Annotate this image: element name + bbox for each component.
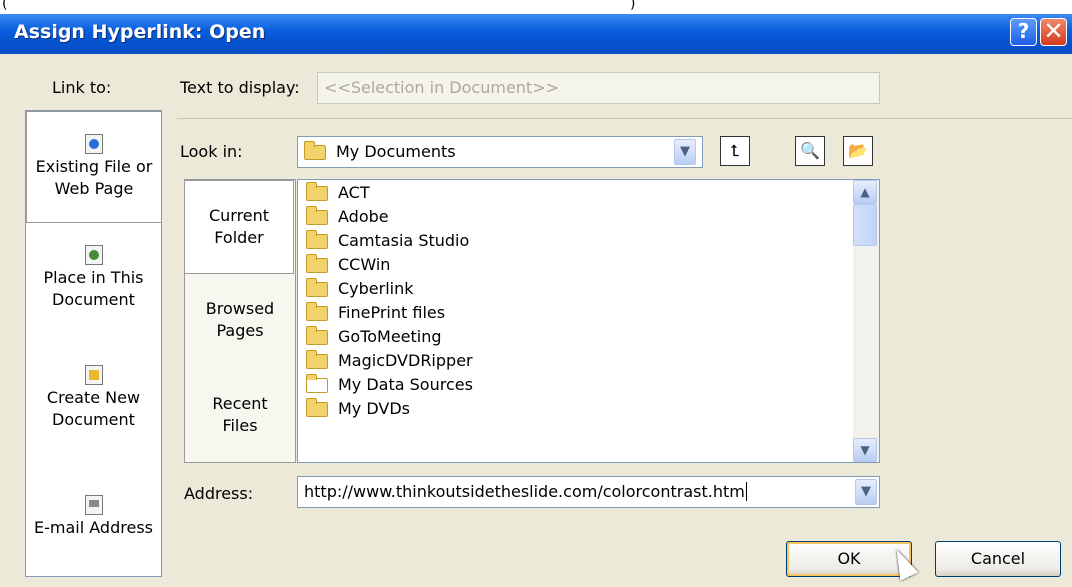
address-label: Address: <box>184 484 254 503</box>
tab-browsed-line1: Browsed <box>205 299 275 318</box>
list-item[interactable]: My DVDs <box>306 397 410 421</box>
tab-current-folder[interactable]: Current Folder <box>184 180 294 274</box>
address-value: http://www.thinkoutsidetheslide.com/colo… <box>304 482 745 501</box>
file-name: My DVDs <box>338 399 410 418</box>
file-name: GoToMeeting <box>338 327 442 346</box>
up-one-folder-icon[interactable]: ⮤ <box>720 136 750 166</box>
tab-recent-line2: Files <box>222 416 258 435</box>
create-line1: Create New <box>46 388 141 407</box>
file-name: ACT <box>338 183 370 202</box>
file-list-scrollbar[interactable]: ▲ ▼ <box>853 180 879 462</box>
folder-icon <box>306 254 328 273</box>
list-item[interactable]: MagicDVDRipper <box>306 349 473 373</box>
place-line2: Document <box>52 290 135 309</box>
folder-icon <box>306 278 328 297</box>
background-window-fragment: ( ) <box>0 0 1072 14</box>
link-to-place-in-document[interactable]: Place in This Document <box>26 245 161 335</box>
folder-icon <box>306 182 328 201</box>
scroll-thumb[interactable] <box>853 204 877 246</box>
file-name: FinePrint files <box>338 303 446 322</box>
look-in-dropdown[interactable]: My Documents <box>297 136 703 168</box>
look-in-dropdown-arrow[interactable]: ▼ <box>674 139 696 165</box>
data-sources-folder-icon <box>306 374 328 393</box>
folder-icon <box>306 302 328 321</box>
close-button[interactable]: ✕ <box>1040 18 1067 46</box>
tab-recent-line1: Recent <box>212 394 268 413</box>
list-item[interactable]: GoToMeeting <box>306 325 442 349</box>
browse-file-icon[interactable]: 📂 <box>843 136 873 166</box>
text-to-display-field[interactable]: <<Selection in Document>> <box>317 72 880 104</box>
link-to-existing-file[interactable]: Existing File or Web Page <box>26 111 161 223</box>
divider <box>177 118 1072 119</box>
help-button[interactable]: ? <box>1010 18 1037 46</box>
fragment-right: ) <box>630 0 636 12</box>
tab-current-line1: Current <box>208 206 270 225</box>
scroll-down-button[interactable]: ▼ <box>853 438 877 462</box>
folder-icon <box>306 350 328 369</box>
tab-browsed-line2: Pages <box>216 321 264 340</box>
folder-icon <box>306 326 328 345</box>
link-to-email-address[interactable]: E-mail Address <box>26 495 161 565</box>
text-to-display-label: Text to display: <box>180 78 300 97</box>
view-tabs: Current Folder Browsed Pages Recent File… <box>184 179 296 463</box>
tab-browsed-pages[interactable]: Browsed Pages <box>185 298 295 342</box>
link-to-bar: Existing File or Web Page Place in This … <box>25 110 162 577</box>
address-input[interactable]: http://www.thinkoutsidetheslide.com/colo… <box>297 476 880 508</box>
document-place-icon <box>84 245 103 265</box>
list-item[interactable]: Adobe <box>306 205 389 229</box>
file-name: Adobe <box>338 207 389 226</box>
file-list[interactable]: ACT Adobe Camtasia Studio CCWin Cyberlin… <box>297 179 880 463</box>
text-caret <box>745 482 747 501</box>
scroll-up-button[interactable]: ▲ <box>853 180 877 204</box>
list-item[interactable]: Camtasia Studio <box>306 229 469 253</box>
list-item[interactable]: Cyberlink <box>306 277 414 301</box>
place-line1: Place in This <box>43 268 144 287</box>
file-name: CCWin <box>338 255 391 274</box>
tab-recent-files[interactable]: Recent Files <box>185 393 295 437</box>
tab-current-line2: Folder <box>214 228 264 247</box>
existing-file-line2: Web Page <box>54 179 134 198</box>
browse-web-icon[interactable]: 🔍 <box>795 136 825 166</box>
look-in-label: Look in: <box>180 142 243 161</box>
create-line2: Document <box>52 410 135 429</box>
file-name: My Data Sources <box>338 375 473 394</box>
new-document-icon <box>84 365 103 385</box>
email-icon <box>84 495 103 515</box>
file-name: Cyberlink <box>338 279 414 298</box>
list-item[interactable]: My Data Sources <box>306 373 473 397</box>
address-dropdown-arrow[interactable]: ▼ <box>855 479 877 505</box>
list-item[interactable]: ACT <box>306 181 370 205</box>
link-to-create-new-document[interactable]: Create New Document <box>26 365 161 455</box>
fragment-left: ( <box>2 0 8 12</box>
folder-icon <box>306 206 328 225</box>
file-name: MagicDVDRipper <box>338 351 473 370</box>
window-title: Assign Hyperlink: Open <box>14 21 266 43</box>
folder-icon <box>306 230 328 249</box>
folder-icon <box>306 398 328 417</box>
existing-file-line1: Existing File or <box>35 157 153 176</box>
list-item[interactable]: FinePrint files <box>306 301 445 325</box>
link-to-label: Link to: <box>52 78 112 97</box>
list-item[interactable]: CCWin <box>306 253 390 277</box>
email-line1: E-mail Address <box>34 518 153 537</box>
folder-icon <box>304 141 326 160</box>
file-name: Camtasia Studio <box>338 231 470 250</box>
look-in-value: My Documents <box>336 142 456 161</box>
cancel-button[interactable]: Cancel <box>935 541 1061 577</box>
web-page-icon <box>85 134 103 154</box>
